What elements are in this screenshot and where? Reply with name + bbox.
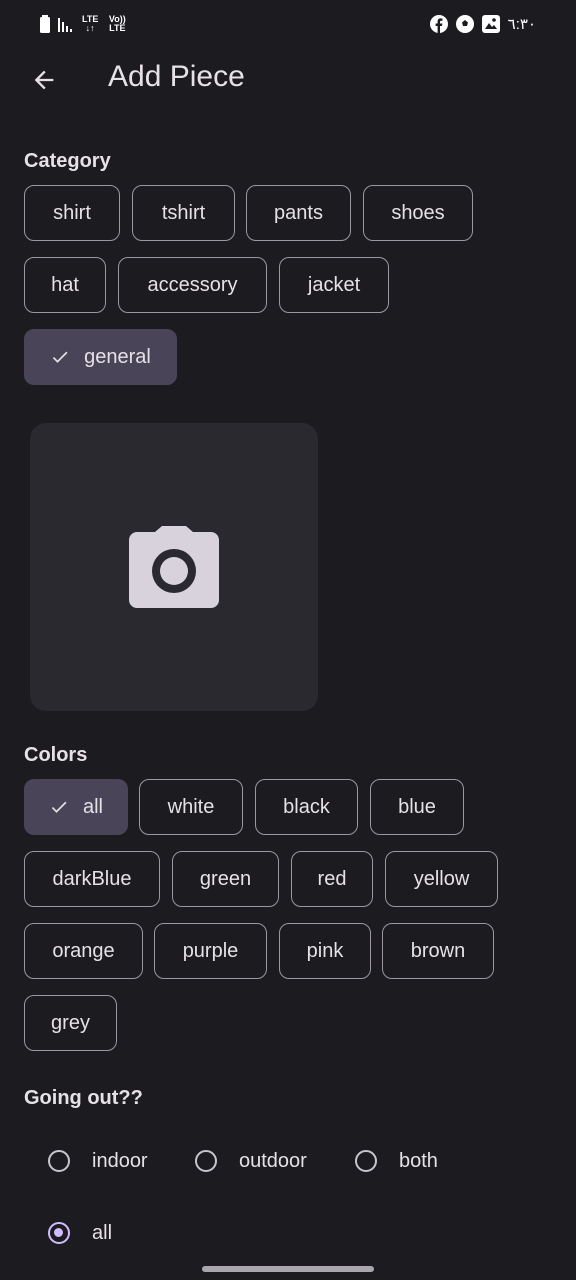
chip-label: red bbox=[317, 867, 347, 890]
color-chip-pink[interactable]: pink bbox=[279, 923, 371, 979]
category-chip-jacket[interactable]: jacket bbox=[279, 257, 389, 313]
color-chip-black[interactable]: black bbox=[255, 779, 358, 835]
chip-label: tshirt bbox=[161, 201, 206, 224]
signal-icon bbox=[58, 18, 72, 32]
radio-selected-icon bbox=[48, 1222, 70, 1244]
chip-label: yellow bbox=[413, 867, 470, 890]
app-bar: Add Piece bbox=[0, 48, 576, 112]
photo-picker[interactable] bbox=[30, 423, 318, 711]
chip-label: pants bbox=[274, 201, 323, 224]
colors-label: Colors bbox=[24, 744, 88, 766]
chip-label: darkBlue bbox=[52, 867, 132, 890]
network-volte: Vo)) LTE bbox=[108, 14, 126, 33]
chip-label: brown bbox=[410, 939, 466, 962]
color-chip-orange[interactable]: orange bbox=[24, 923, 143, 979]
color-chip-all[interactable]: all bbox=[24, 779, 128, 835]
color-chip-white[interactable]: white bbox=[139, 779, 243, 835]
soccer-ball-icon bbox=[455, 15, 474, 33]
chip-label: general bbox=[84, 345, 151, 368]
category-label: Category bbox=[24, 150, 111, 172]
chip-label: shirt bbox=[53, 201, 91, 224]
color-chip-darkblue[interactable]: darkBlue bbox=[24, 851, 160, 907]
radio-both[interactable]: both bbox=[355, 1137, 438, 1185]
color-chip-brown[interactable]: brown bbox=[382, 923, 494, 979]
facebook-icon bbox=[429, 15, 448, 33]
gallery-icon bbox=[481, 15, 500, 33]
going-out-label: Going out?? bbox=[24, 1087, 143, 1109]
color-chip-blue[interactable]: blue bbox=[370, 779, 464, 835]
chip-label: green bbox=[199, 867, 252, 890]
network-lte: LTE ↓↑ bbox=[82, 14, 99, 33]
clock: ٦:٣٠ bbox=[507, 16, 536, 33]
radio-indoor[interactable]: indoor bbox=[48, 1137, 148, 1185]
radio-circle-icon bbox=[195, 1150, 217, 1172]
category-chip-general[interactable]: general bbox=[24, 329, 177, 385]
chip-label: accessory bbox=[147, 273, 238, 296]
category-chip-shoes[interactable]: shoes bbox=[363, 185, 473, 241]
radio-label: both bbox=[399, 1149, 438, 1172]
status-left: LTE ↓↑ Vo)) LTE bbox=[40, 15, 128, 33]
arrow-back-icon bbox=[34, 70, 54, 90]
back-button[interactable] bbox=[24, 60, 64, 100]
home-indicator[interactable] bbox=[202, 1266, 374, 1272]
chip-label: blue bbox=[398, 795, 436, 818]
radio-circle-icon bbox=[48, 1150, 70, 1172]
radio-label: indoor bbox=[92, 1149, 148, 1172]
check-icon bbox=[50, 347, 70, 367]
page-title: Add Piece bbox=[108, 60, 245, 93]
category-chip-accessory[interactable]: accessory bbox=[118, 257, 267, 313]
status-right: ٦:٣٠ bbox=[429, 15, 536, 33]
chip-label: orange bbox=[52, 939, 115, 962]
chip-label: black bbox=[283, 795, 330, 818]
chip-label: white bbox=[167, 795, 215, 818]
radio-outdoor[interactable]: outdoor bbox=[195, 1137, 307, 1185]
check-icon bbox=[49, 797, 69, 817]
color-chip-grey[interactable]: grey bbox=[24, 995, 117, 1051]
category-chip-shirt[interactable]: shirt bbox=[24, 185, 120, 241]
color-chip-green[interactable]: green bbox=[172, 851, 279, 907]
chip-label: grey bbox=[51, 1011, 90, 1034]
radio-circle-icon bbox=[355, 1150, 377, 1172]
chip-label: purple bbox=[182, 939, 239, 962]
category-chip-hat[interactable]: hat bbox=[24, 257, 106, 313]
chip-label: hat bbox=[51, 273, 79, 296]
color-chip-purple[interactable]: purple bbox=[154, 923, 267, 979]
camera-icon bbox=[129, 526, 219, 608]
chip-label: all bbox=[82, 795, 103, 818]
battery-icon bbox=[40, 15, 50, 33]
radio-all[interactable]: all bbox=[48, 1209, 112, 1257]
color-chip-yellow[interactable]: yellow bbox=[385, 851, 498, 907]
category-chip-tshirt[interactable]: tshirt bbox=[132, 185, 235, 241]
chip-label: shoes bbox=[391, 201, 445, 224]
color-chip-red[interactable]: red bbox=[291, 851, 373, 907]
chip-label: pink bbox=[306, 939, 344, 962]
radio-label: all bbox=[92, 1221, 113, 1244]
radio-label: outdoor bbox=[239, 1149, 307, 1172]
chip-label: jacket bbox=[307, 273, 361, 296]
category-chip-pants[interactable]: pants bbox=[246, 185, 351, 241]
status-bar: LTE ↓↑ Vo)) LTE ٦:٣٠ bbox=[0, 0, 576, 48]
